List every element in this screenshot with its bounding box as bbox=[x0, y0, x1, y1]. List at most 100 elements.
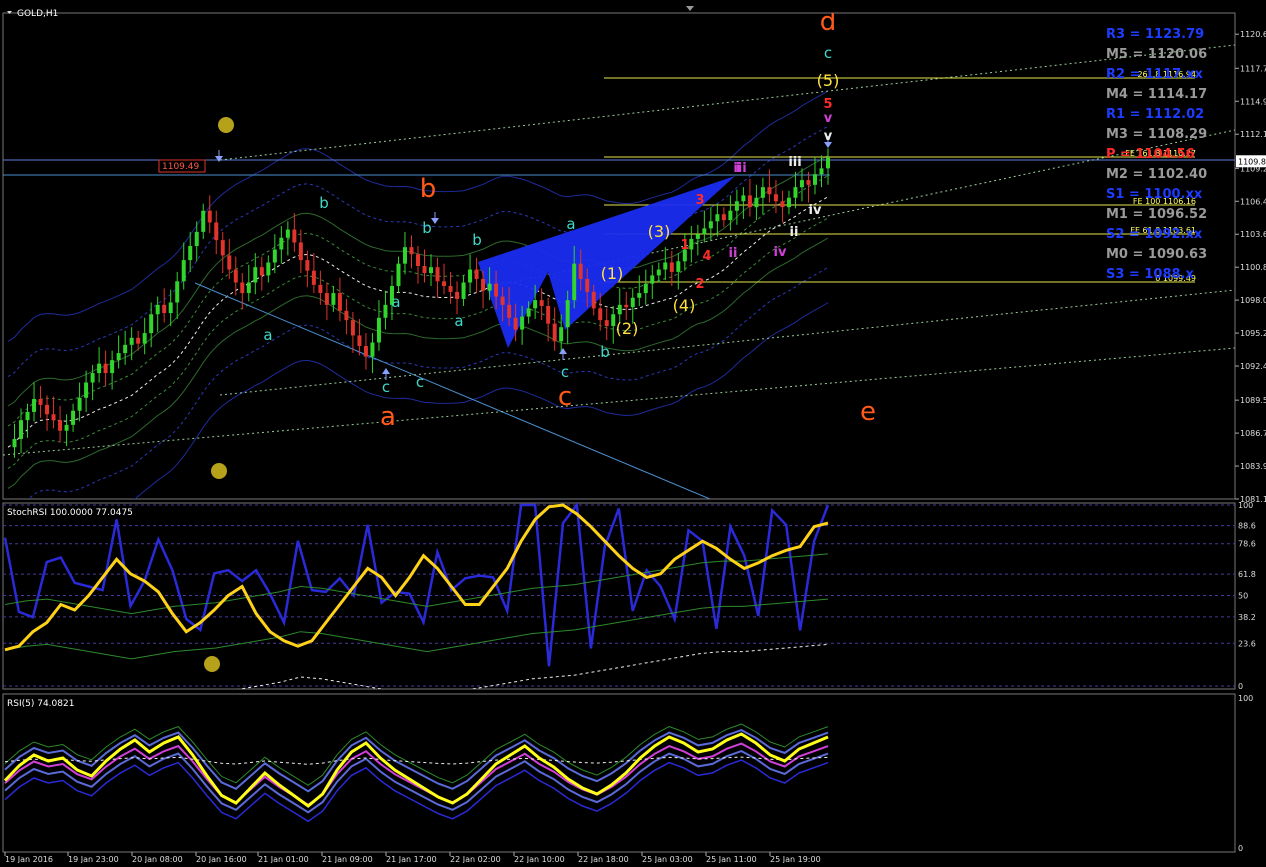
candle-body[interactable] bbox=[481, 278, 486, 291]
candle-body[interactable] bbox=[812, 174, 817, 185]
candle-body[interactable] bbox=[773, 194, 778, 202]
candle-body[interactable] bbox=[58, 420, 63, 431]
candle-body[interactable] bbox=[429, 267, 434, 274]
candle-body[interactable] bbox=[728, 210, 733, 221]
candle-body[interactable] bbox=[715, 214, 720, 222]
candle-body[interactable] bbox=[559, 327, 564, 342]
candle-body[interactable] bbox=[123, 344, 128, 354]
candle-body[interactable] bbox=[468, 269, 473, 283]
candle-body[interactable] bbox=[181, 260, 186, 282]
candle-body[interactable] bbox=[305, 260, 310, 271]
candle-body[interactable] bbox=[656, 269, 661, 276]
candle-body[interactable] bbox=[539, 300, 544, 307]
candle-body[interactable] bbox=[45, 404, 50, 415]
candle-body[interactable] bbox=[513, 317, 518, 330]
candle-body[interactable] bbox=[285, 229, 290, 238]
candle-body[interactable] bbox=[25, 411, 30, 421]
candle-body[interactable] bbox=[227, 255, 232, 270]
candle-body[interactable] bbox=[455, 291, 460, 299]
candle-body[interactable] bbox=[318, 284, 323, 294]
candle-body[interactable] bbox=[272, 249, 277, 263]
candle-body[interactable] bbox=[780, 201, 785, 208]
candle-body[interactable] bbox=[188, 245, 193, 261]
candle-body[interactable] bbox=[819, 168, 824, 175]
candle-body[interactable] bbox=[826, 157, 830, 169]
candle-body[interactable] bbox=[357, 335, 362, 347]
candle-body[interactable] bbox=[129, 337, 134, 345]
candle-body[interactable] bbox=[702, 228, 707, 235]
trend-line[interactable] bbox=[3, 347, 1235, 456]
candle-body[interactable] bbox=[793, 187, 798, 198]
candle-body[interactable] bbox=[416, 254, 420, 267]
candle-body[interactable] bbox=[84, 382, 89, 398]
candle-body[interactable] bbox=[617, 304, 622, 315]
candle-body[interactable] bbox=[598, 308, 603, 321]
candle-body[interactable] bbox=[442, 281, 447, 287]
candle-body[interactable] bbox=[546, 306, 551, 324]
candle-body[interactable] bbox=[337, 293, 342, 311]
candle-body[interactable] bbox=[90, 373, 95, 383]
trend-line[interactable] bbox=[219, 44, 1235, 161]
candle-body[interactable] bbox=[500, 296, 505, 305]
candle-body[interactable] bbox=[643, 283, 648, 294]
candle-body[interactable] bbox=[552, 323, 557, 342]
candle-body[interactable] bbox=[279, 237, 284, 250]
candle-body[interactable] bbox=[760, 187, 765, 198]
candle-body[interactable] bbox=[64, 424, 69, 431]
candle-body[interactable] bbox=[565, 300, 570, 328]
candle-body[interactable] bbox=[194, 231, 199, 246]
candle-body[interactable] bbox=[240, 282, 245, 294]
candle-body[interactable] bbox=[526, 308, 531, 317]
candle-body[interactable] bbox=[494, 283, 499, 297]
candle-body[interactable] bbox=[604, 320, 609, 327]
candle-body[interactable] bbox=[799, 180, 804, 188]
candle-body[interactable] bbox=[611, 314, 616, 327]
candle-body[interactable] bbox=[142, 333, 147, 344]
candle-body[interactable] bbox=[266, 262, 271, 276]
candle-body[interactable] bbox=[32, 398, 37, 412]
candle-body[interactable] bbox=[676, 261, 681, 272]
candle-body[interactable] bbox=[422, 266, 427, 274]
candle-body[interactable] bbox=[207, 210, 212, 223]
candle-body[interactable] bbox=[747, 195, 752, 208]
candle-body[interactable] bbox=[220, 240, 225, 256]
candle-body[interactable] bbox=[376, 317, 381, 343]
candle-body[interactable] bbox=[298, 242, 303, 261]
candle-body[interactable] bbox=[533, 300, 538, 309]
candle-body[interactable] bbox=[344, 310, 349, 321]
candle-body[interactable] bbox=[253, 267, 258, 283]
candle-body[interactable] bbox=[175, 281, 180, 303]
candle-body[interactable] bbox=[754, 197, 759, 208]
candle-body[interactable] bbox=[695, 234, 700, 239]
candle-body[interactable] bbox=[162, 304, 167, 314]
candle-body[interactable] bbox=[669, 262, 674, 272]
candle-body[interactable] bbox=[435, 267, 440, 282]
candle-body[interactable] bbox=[214, 222, 219, 241]
candle-body[interactable] bbox=[396, 263, 401, 287]
candle-body[interactable] bbox=[786, 197, 791, 208]
candle-body[interactable] bbox=[630, 297, 635, 308]
candle-body[interactable] bbox=[507, 304, 512, 318]
candle-body[interactable] bbox=[155, 304, 160, 315]
candle-body[interactable] bbox=[585, 278, 590, 292]
candle-body[interactable] bbox=[520, 316, 525, 330]
candle-body[interactable] bbox=[168, 302, 173, 314]
candle-body[interactable] bbox=[402, 247, 407, 264]
candle-body[interactable] bbox=[721, 214, 726, 221]
candle-body[interactable] bbox=[689, 238, 694, 250]
candle-body[interactable] bbox=[363, 346, 368, 357]
candle-body[interactable] bbox=[311, 270, 316, 285]
candle-body[interactable] bbox=[409, 247, 414, 255]
candle-body[interactable] bbox=[383, 304, 388, 318]
chart-canvas[interactable]: GOLD,H1 261.8 1116.94FE 161.8 1110.27FE … bbox=[0, 0, 1266, 864]
candle-body[interactable] bbox=[19, 420, 24, 439]
candle-body[interactable] bbox=[233, 269, 238, 283]
candle-body[interactable] bbox=[370, 342, 375, 357]
candle-body[interactable] bbox=[350, 320, 355, 336]
candle-body[interactable] bbox=[487, 283, 492, 291]
candle-body[interactable] bbox=[637, 293, 642, 298]
candle-body[interactable] bbox=[149, 314, 154, 334]
candle-body[interactable] bbox=[767, 187, 772, 195]
candle-body[interactable] bbox=[97, 363, 102, 374]
candle-body[interactable] bbox=[110, 360, 115, 374]
